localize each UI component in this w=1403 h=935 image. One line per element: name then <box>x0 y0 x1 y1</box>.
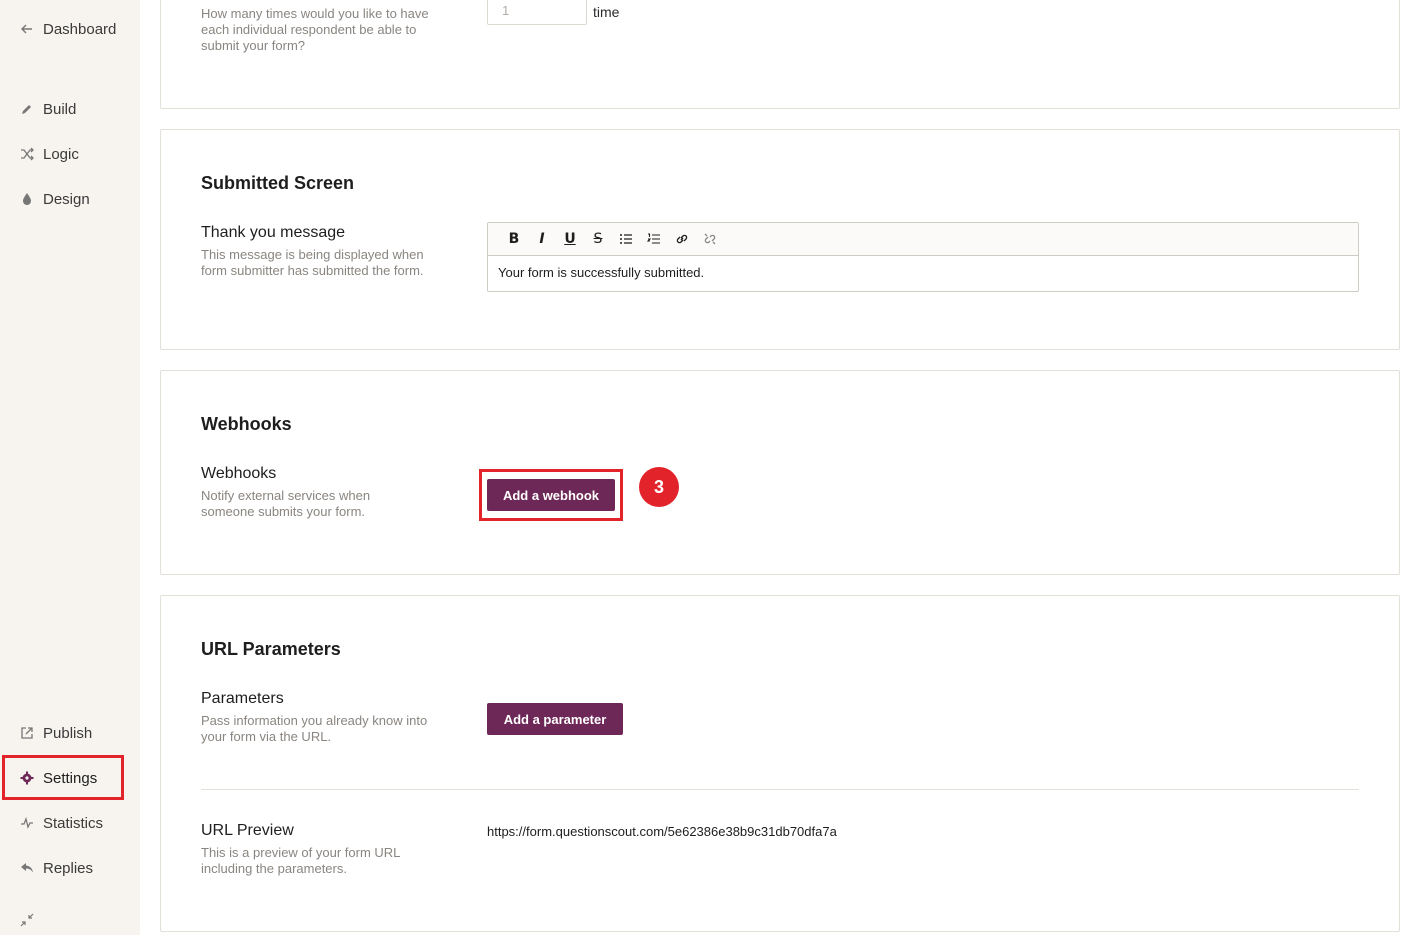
nav-publish[interactable]: Publish <box>19 721 92 745</box>
parameters-field-title: Parameters <box>201 690 284 707</box>
shuffle-icon <box>19 146 35 162</box>
webhooks-card: Webhooks Webhooks Notify external servic… <box>160 370 1400 575</box>
reply-icon <box>19 860 35 876</box>
nav-dashboard[interactable]: Dashboard <box>19 17 116 41</box>
submission-limit-description: How many times would you like to have ea… <box>201 6 429 53</box>
drop-icon <box>19 191 35 207</box>
nav-build-label: Build <box>43 100 77 118</box>
url-preview-value: https://form.questionscout.com/5e62386e3… <box>487 824 837 839</box>
collapse-icon[interactable] <box>20 913 34 932</box>
strikethrough-button[interactable]: S <box>584 229 612 249</box>
parameters-description: Pass information you already know into y… <box>201 713 428 744</box>
url-preview-description: This is a preview of your form URL inclu… <box>201 845 400 876</box>
bullet-list-icon[interactable] <box>612 229 640 249</box>
unlink-icon[interactable] <box>696 229 724 249</box>
nav-replies[interactable]: Replies <box>19 856 93 880</box>
underline-button[interactable]: U <box>556 229 584 249</box>
nav-publish-label: Publish <box>43 724 93 742</box>
editor-content[interactable]: Your form is successfully submitted. <box>488 256 1358 289</box>
url-parameters-title: URL Parameters <box>201 639 341 659</box>
submitted-screen-title: Submitted Screen <box>201 173 355 193</box>
nav-design[interactable]: Design <box>19 187 90 211</box>
submitted-screen-card: Submitted Screen Thank you message This … <box>160 129 1400 350</box>
bold-button[interactable]: B <box>500 229 528 249</box>
section-divider <box>201 789 1359 790</box>
thank-you-message-description: This message is being displayed when for… <box>201 247 424 278</box>
webhooks-field-title: Webhooks <box>201 465 277 482</box>
external-link-icon <box>19 725 35 741</box>
nav-statistics-label: Statistics <box>43 814 104 832</box>
webhooks-title: Webhooks <box>201 414 292 434</box>
italic-button[interactable]: I <box>528 229 556 249</box>
url-preview-title: URL Preview <box>201 822 294 839</box>
step-badge-3: 3 <box>639 467 679 507</box>
nav-logic[interactable]: Logic <box>19 142 79 166</box>
pencil-icon <box>19 101 35 117</box>
submission-limit-suffix: time <box>593 4 620 20</box>
add-parameter-button[interactable]: Add a parameter <box>487 703 623 735</box>
arrow-left-icon <box>19 21 35 37</box>
submission-limit-input[interactable]: 1 <box>487 0 587 25</box>
editor-toolbar: B I U S <box>488 223 1358 256</box>
thank-you-message-title: Thank you message <box>201 224 346 241</box>
nav-dashboard-label: Dashboard <box>43 20 117 38</box>
activity-icon <box>19 815 35 831</box>
link-icon[interactable] <box>668 229 696 249</box>
nav-replies-label: Replies <box>43 859 94 877</box>
nav-design-label: Design <box>43 190 90 208</box>
submission-limit-card: How many times would you like to have ea… <box>160 0 1400 109</box>
settings-highlight-box <box>2 755 124 800</box>
nav-statistics[interactable]: Statistics <box>19 811 103 835</box>
webhooks-description: Notify external services when someone su… <box>201 488 371 519</box>
nav-build[interactable]: Build <box>19 97 76 121</box>
url-parameters-card: URL Parameters Parameters Pass informati… <box>160 595 1400 932</box>
thank-you-message-editor[interactable]: B I U S Your form is successfully submit… <box>487 222 1359 292</box>
nav-logic-label: Logic <box>43 145 79 163</box>
webhook-highlight-box <box>479 469 623 521</box>
numbered-list-icon[interactable] <box>640 229 668 249</box>
